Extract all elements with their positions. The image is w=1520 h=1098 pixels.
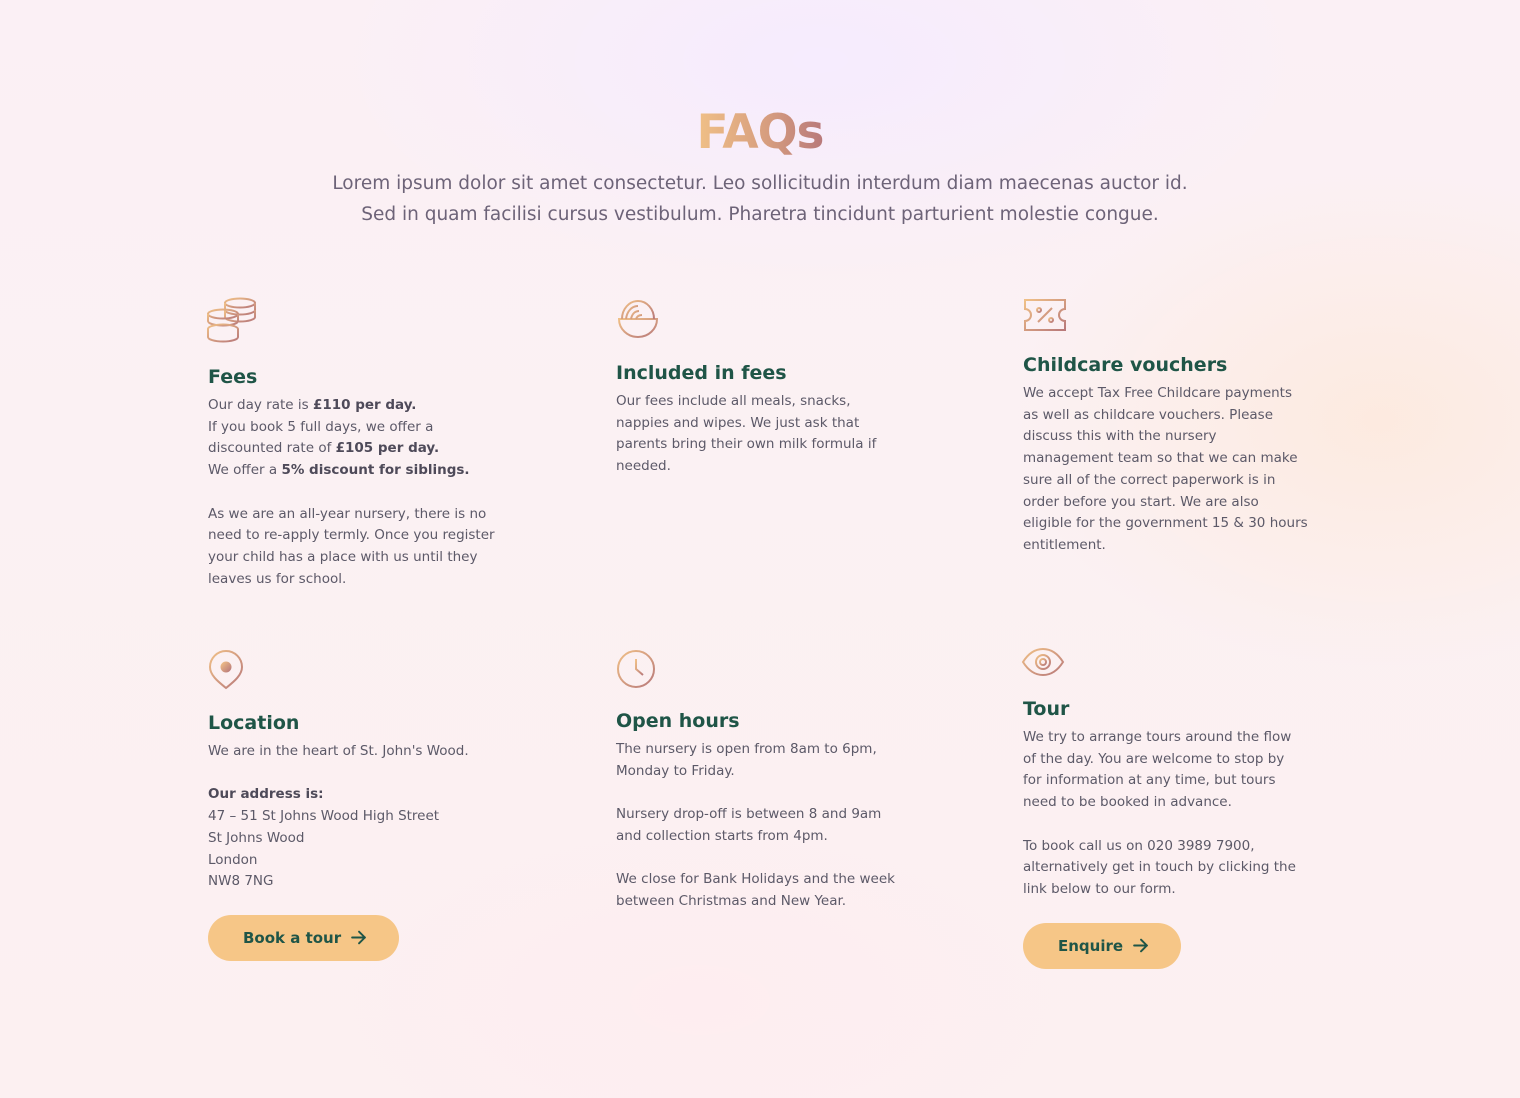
clock-icon	[617, 650, 655, 688]
coins-icon	[207, 297, 256, 343]
card-title-included: Included in fees	[616, 362, 787, 384]
faq-card-vouchers: Childcare vouchers We accept Tax Free Ch…	[1023, 298, 1308, 557]
address-label: Our address is:	[208, 786, 324, 803]
faq-card-tour: Tour We try to arrange tours around the …	[1021, 646, 1306, 969]
card-body-tour: We try to arrange tours around the flow …	[1023, 729, 1296, 897]
faq-card-location: Location We are in the heart of St. John…	[208, 650, 498, 961]
enquire-button[interactable]: Enquire	[1023, 922, 1182, 969]
eye-icon	[1021, 647, 1065, 677]
arrow-right-icon	[1133, 938, 1148, 953]
enquire-label: Enquire	[1058, 936, 1124, 955]
fees-paragraph-2: As we are an all-year nursery, there is …	[208, 505, 495, 587]
fees-rates: Our day rate is £110 per day. If you boo…	[208, 397, 470, 479]
card-body-hours: The nursery is open from 8am to 6pm, Mon…	[616, 741, 895, 909]
bowl-icon	[617, 299, 659, 339]
card-body-included: Our fees include all meals, snacks, napp…	[616, 393, 877, 475]
faq-card-included: Included in fees Our fees include all me…	[616, 297, 881, 478]
card-body-vouchers: We accept Tax Free Childcare payments as…	[1023, 385, 1308, 553]
intro-text: Lorem ipsum dolor sit amet consectetur. …	[0, 168, 1520, 230]
address-line: St Johns Wood	[208, 829, 305, 846]
card-body-location: We are in the heart of St. John's Wood. …	[208, 741, 498, 893]
address-line: 47 – 51 St Johns Wood High Street	[208, 808, 440, 825]
card-title-fees: Fees	[208, 366, 258, 388]
card-title-vouchers: Childcare vouchers	[1023, 354, 1228, 376]
book-a-tour-label: Book a tour	[243, 928, 342, 947]
discounted-rate: £105 per day.	[335, 440, 440, 457]
faq-card-hours: Open hours The nursery is open from 8am …	[616, 649, 896, 913]
ticket-percent-icon	[1024, 299, 1066, 331]
intro-line-2: Sed in quam facilisi cursus vestibulum. …	[361, 204, 1159, 225]
faq-card-fees: Fees Our day rate is £110 per day. If yo…	[207, 297, 498, 590]
page-title: FAQs	[696, 103, 824, 163]
intro-line-1: Lorem ipsum dolor sit amet consectetur. …	[332, 173, 1188, 194]
address: Our address is: 47 – 51 St Johns Wood Hi…	[208, 784, 498, 893]
card-title-tour: Tour	[1023, 698, 1070, 720]
sibling-discount: 5% discount for siblings.	[281, 462, 470, 479]
book-a-tour-button[interactable]: Book a tour	[208, 914, 400, 961]
day-rate: £110 per day.	[312, 397, 417, 413]
address-line: NW8 7NG	[208, 873, 274, 890]
card-body-fees: Our day rate is £110 per day. If you boo…	[208, 395, 498, 590]
map-pin-icon	[208, 650, 244, 690]
address-line: London	[208, 851, 258, 868]
card-title-hours: Open hours	[616, 710, 740, 732]
card-title-location: Location	[208, 712, 300, 734]
arrow-right-icon	[351, 931, 366, 945]
